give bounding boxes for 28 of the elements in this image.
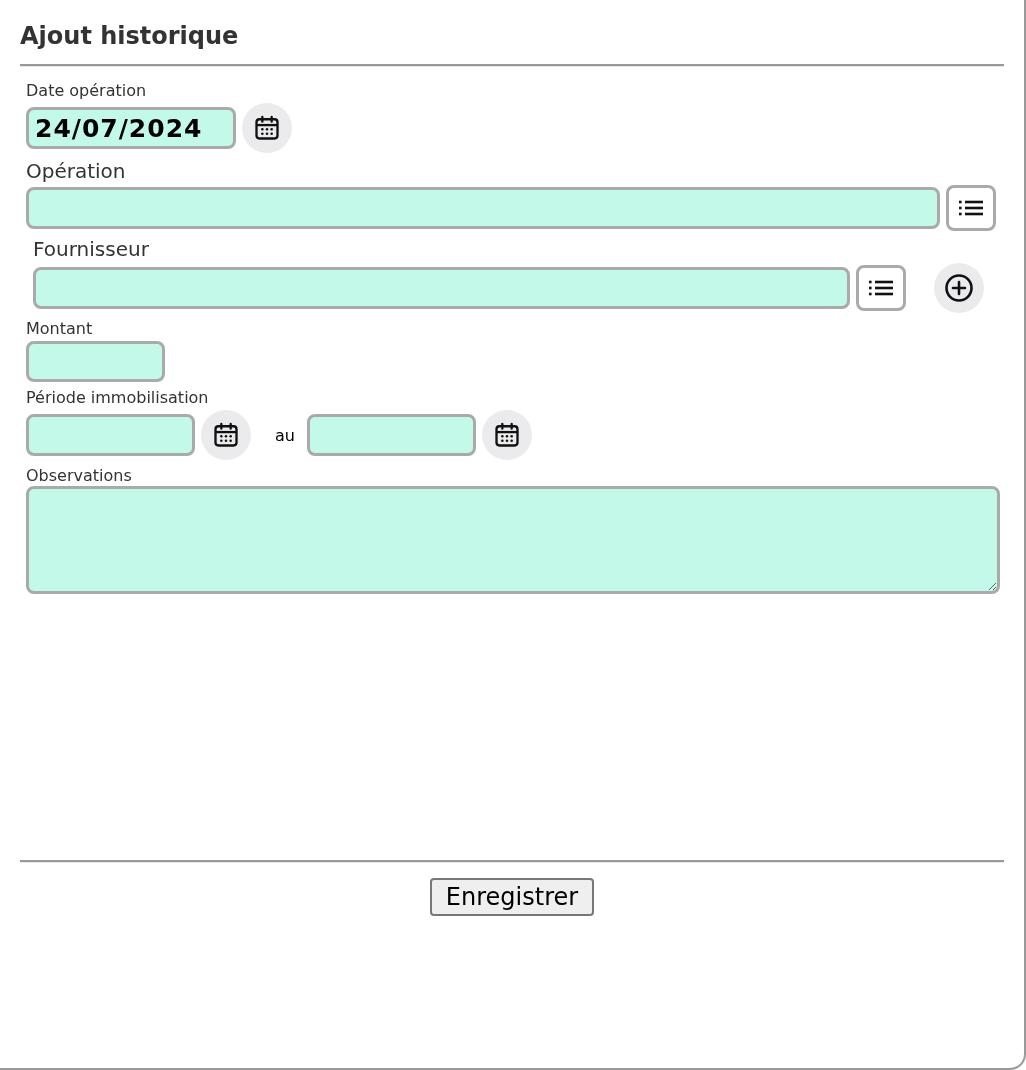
calendar-button[interactable] <box>201 410 251 460</box>
list-icon <box>868 278 894 298</box>
add-button[interactable] <box>934 263 984 313</box>
range-separator: au <box>275 425 295 445</box>
field-label: Montant <box>26 319 94 339</box>
observations-field[interactable] <box>26 486 1000 594</box>
plus-circle-icon <box>944 273 974 303</box>
field-label: Période immobilisation <box>26 388 210 408</box>
input-field[interactable] <box>26 187 940 229</box>
date-field[interactable] <box>26 414 195 456</box>
field-label: Observations <box>26 466 133 486</box>
field-label: Fournisseur <box>33 237 150 261</box>
calendar-icon <box>212 421 240 449</box>
list-button[interactable] <box>856 265 906 311</box>
calendar-icon <box>492 421 521 449</box>
calendar-icon <box>253 114 281 142</box>
date-field[interactable] <box>306 414 476 456</box>
date-field[interactable]: 24/07/2024 <box>26 107 236 149</box>
calendar-button[interactable] <box>242 103 292 153</box>
calendar-button[interactable] <box>481 410 532 460</box>
save-button[interactable]: Enregistrer <box>429 878 595 916</box>
list-button[interactable] <box>946 185 996 231</box>
input-field[interactable] <box>26 341 165 382</box>
form-title: Ajout historique <box>20 21 240 52</box>
list-icon <box>958 198 984 218</box>
field-label: Date opération <box>26 81 148 101</box>
input-field[interactable] <box>33 267 850 309</box>
field-label: Opération <box>26 159 127 183</box>
